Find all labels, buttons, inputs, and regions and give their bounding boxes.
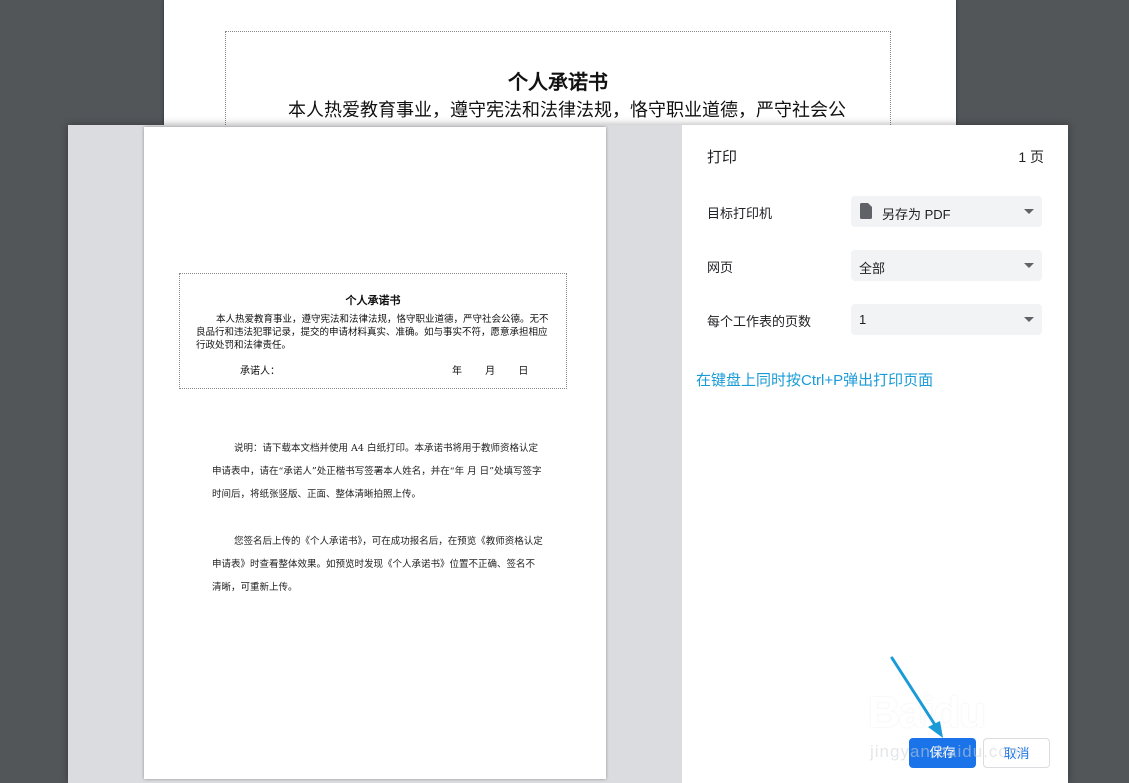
print-preview-area[interactable]: 个人承诺书 本人热爱教育事业，遵守宪法和法律法规，恪守职业道德，严守社会公德。无… [68,125,682,783]
print-preview-page: 个人承诺书 本人热爱教育事业，遵守宪法和法律法规，恪守职业道德，严守社会公德。无… [144,127,606,779]
file-icon [860,203,872,222]
pages-per-sheet-value: 1 [859,312,867,327]
print-dialog: 个人承诺书 本人热爱教育事业，遵守宪法和法律法规，恪守职业道德，严守社会公德。无… [68,125,1068,783]
preview-title: 个人承诺书 [345,294,401,307]
instruction-annotation: 在键盘上同时按Ctrl+P弹出打印页面 [696,372,934,389]
preview-note-1: 说明：请下载本文档并使用 A4 白纸打印。本承诺书将用于教师资格认定申请表中，请… [212,443,542,500]
printer-value: 另存为 PDF [882,207,951,222]
pages-label: 网页 [707,260,734,275]
chevron-down-icon [1024,209,1034,214]
chevron-down-icon [1024,263,1034,268]
printer-select[interactable]: 另存为 PDF [851,196,1042,227]
page-count: 1 页 [1018,149,1044,165]
chevron-down-icon [1024,317,1034,322]
printer-label: 目标打印机 [707,206,773,221]
background-document-title: 个人承诺书 [508,70,608,94]
save-button[interactable]: 保存 [909,738,976,768]
preview-pledge-frame: 个人承诺书 本人热爱教育事业，遵守宪法和法律法规，恪守职业道德，严守社会公德。无… [179,273,567,389]
print-settings-panel: 打印 1 页 目标打印机 另存为 PDF 网页 全部 每个工作表的页数 1 在键… [682,125,1068,783]
pages-select[interactable]: 全部 [851,250,1042,281]
preview-body-text: 本人热爱教育事业，遵守宪法和法律法规，恪守职业道德，严守社会公德。无不良品行和违… [196,314,549,351]
cancel-button[interactable]: 取消 [983,738,1050,768]
pages-per-sheet-select[interactable]: 1 [851,304,1042,335]
pages-per-sheet-label: 每个工作表的页数 [707,314,812,329]
preview-note-2: 您签名后上传的《个人承诺书》，可在成功报名后，在预览《教师资格认定申请表》时查看… [212,536,543,593]
print-title: 打印 [707,149,738,166]
preview-signer-label: 承诺人： [240,366,280,377]
preview-date-label: 年 月 日 [452,366,529,377]
pages-value: 全部 [859,261,886,276]
